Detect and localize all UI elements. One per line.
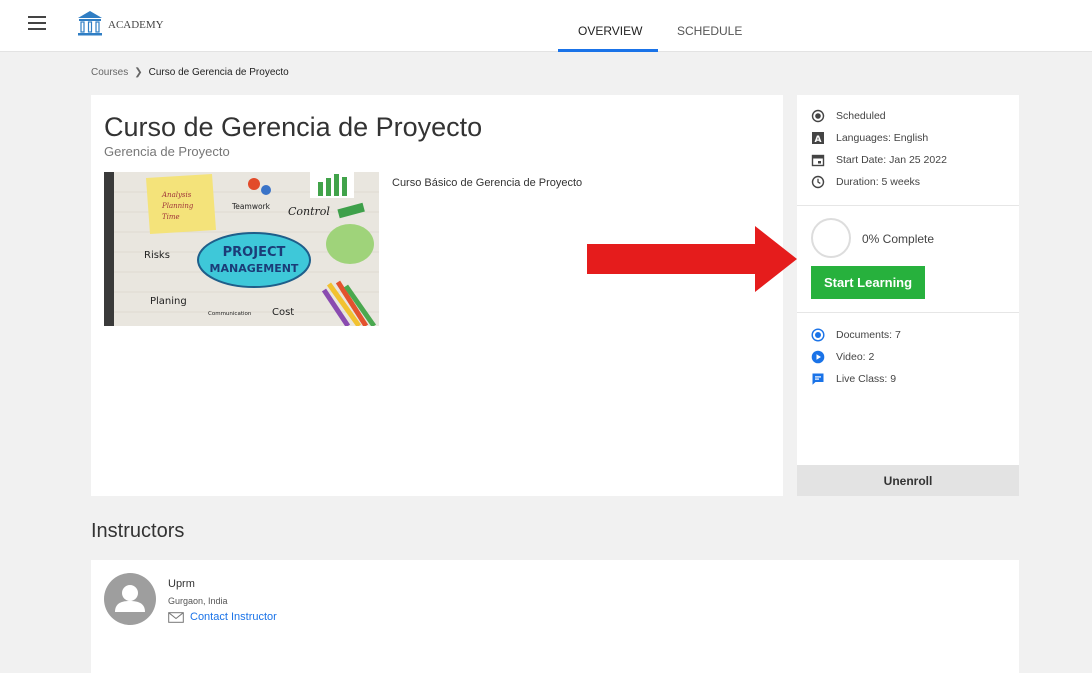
meta-duration: Duration: 5 weeks bbox=[811, 175, 920, 189]
breadcrumb-current: Curso de Gerencia de Proyecto bbox=[148, 67, 289, 78]
meta-start-date: Start Date: Jan 25 2022 bbox=[811, 153, 947, 167]
contact-instructor-link[interactable]: Contact Instructor bbox=[168, 611, 277, 623]
resource-video: Video: 2 bbox=[811, 350, 874, 364]
clock-icon bbox=[811, 175, 825, 189]
label-planing: Planing bbox=[150, 296, 187, 307]
course-subtitle: Gerencia de Proyecto bbox=[104, 144, 230, 159]
top-bar: ACADEMY OVERVIEW SCHEDULE bbox=[0, 0, 1092, 52]
resource-live-class: Live Class: 9 bbox=[811, 372, 896, 386]
document-icon bbox=[811, 328, 825, 342]
calendar-icon bbox=[811, 154, 825, 167]
resource-video-text: Video: 2 bbox=[836, 351, 875, 363]
divider bbox=[797, 312, 1019, 313]
course-overview-card: Curso de Gerencia de Proyecto Gerencia d… bbox=[91, 95, 783, 496]
contact-instructor-label[interactable]: Contact Instructor bbox=[190, 611, 277, 623]
brand-name[interactable]: ACADEMY bbox=[108, 19, 164, 31]
radio-dot-icon bbox=[811, 109, 825, 123]
course-title: Curso de Gerencia de Proyecto bbox=[104, 112, 483, 142]
video-icon bbox=[811, 350, 825, 364]
red-arrow-annotation bbox=[587, 226, 797, 292]
instructor-location: Gurgaon, India bbox=[168, 596, 228, 606]
live-class-icon bbox=[812, 373, 824, 385]
instructors-heading: Instructors bbox=[91, 520, 185, 542]
course-sidebar-card: Scheduled A Languages: English Start Dat… bbox=[797, 95, 1019, 496]
resource-documents-text: Documents: 7 bbox=[836, 329, 901, 341]
label-teamwork: Teamwork bbox=[231, 202, 271, 211]
chevron-right-icon: ❯ bbox=[134, 67, 143, 78]
unenroll-button[interactable]: Unenroll bbox=[797, 465, 1019, 496]
breadcrumb-courses-link[interactable]: Courses bbox=[91, 67, 128, 78]
progress-ring bbox=[811, 218, 851, 258]
meta-language-text: Languages: English bbox=[836, 132, 929, 144]
academy-logo-icon[interactable] bbox=[76, 9, 104, 37]
breadcrumb: Courses ❯ Curso de Gerencia de Proyecto bbox=[91, 67, 289, 78]
label-control: Control bbox=[288, 205, 330, 218]
tab-overview[interactable]: OVERVIEW bbox=[578, 24, 642, 38]
active-tab-indicator bbox=[558, 49, 658, 52]
start-learning-button[interactable]: Start Learning bbox=[811, 266, 925, 299]
meta-status: Scheduled bbox=[811, 109, 886, 123]
label-risks: Risks bbox=[144, 250, 170, 261]
tab-schedule[interactable]: SCHEDULE bbox=[677, 24, 742, 38]
user-icon bbox=[115, 585, 145, 612]
note-text-planning: Planning bbox=[161, 202, 194, 210]
label-management: MANAGEMENT bbox=[210, 262, 299, 275]
label-project: PROJECT bbox=[223, 245, 286, 260]
svg-text:A: A bbox=[815, 135, 822, 145]
label-cost: Cost bbox=[272, 307, 294, 318]
note-text-time: Time bbox=[162, 213, 180, 221]
progress-label: 0% Complete bbox=[862, 232, 935, 246]
meta-status-text: Scheduled bbox=[836, 110, 886, 122]
meta-duration-text: Duration: 5 weeks bbox=[836, 176, 921, 188]
avatar bbox=[104, 573, 156, 625]
meta-start-date-text: Start Date: Jan 25 2022 bbox=[836, 154, 947, 166]
instructor-card: Uprm Gurgaon, India Contact Instructor bbox=[91, 560, 1019, 673]
meta-language: A Languages: English bbox=[811, 131, 928, 145]
divider bbox=[797, 205, 1019, 206]
course-cover-image: Analysis Planning Time Teamwork Control … bbox=[104, 172, 379, 326]
hamburger-menu-icon[interactable] bbox=[28, 16, 46, 30]
mail-icon bbox=[168, 611, 184, 623]
instructor-name: Uprm bbox=[168, 578, 195, 590]
label-communication: Communication bbox=[208, 311, 252, 317]
language-icon: A bbox=[812, 132, 824, 145]
resource-live-class-text: Live Class: 9 bbox=[836, 373, 897, 385]
note-text-analysis: Analysis bbox=[161, 191, 192, 199]
course-description: Curso Básico de Gerencia de Proyecto bbox=[392, 177, 583, 189]
resource-documents: Documents: 7 bbox=[811, 328, 901, 342]
